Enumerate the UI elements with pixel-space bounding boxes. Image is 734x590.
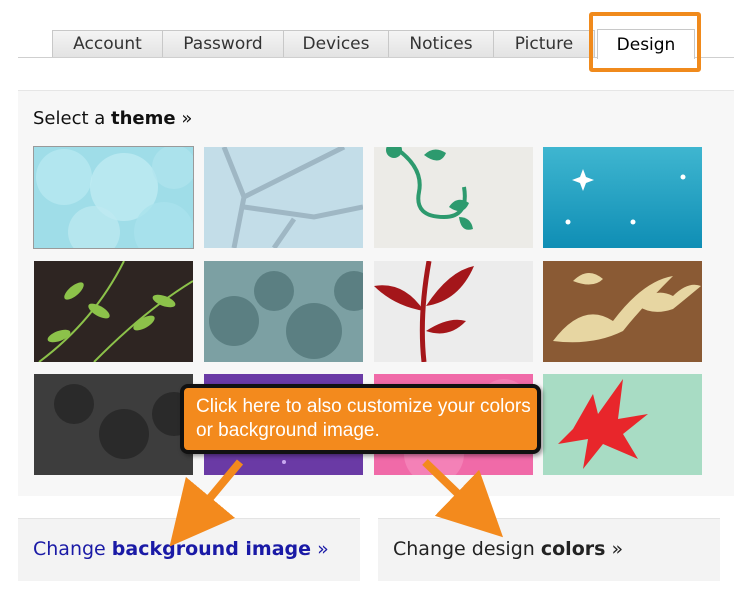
theme-bubbles-blue[interactable] bbox=[33, 146, 194, 249]
design-tab-highlight bbox=[589, 12, 701, 72]
change-background-image-link[interactable]: Change background image » bbox=[33, 538, 329, 560]
theme-red-plant[interactable] bbox=[374, 261, 533, 362]
tab-password[interactable]: Password bbox=[162, 30, 284, 57]
theme-green-vine[interactable] bbox=[374, 147, 533, 248]
tab-account[interactable]: Account bbox=[52, 30, 163, 57]
tab-notices[interactable]: Notices bbox=[388, 30, 494, 57]
theme-foliage-gray[interactable] bbox=[204, 261, 363, 362]
change-design-colors-link[interactable]: Change design colors » bbox=[393, 538, 623, 560]
theme-trees-charcoal[interactable] bbox=[34, 374, 193, 475]
theme-birds-brown[interactable] bbox=[543, 261, 702, 362]
panel-title: Select a theme » bbox=[33, 108, 193, 129]
theme-leaves-dark[interactable] bbox=[34, 261, 193, 362]
tab-devices[interactable]: Devices bbox=[283, 30, 389, 57]
tab-picture[interactable]: Picture bbox=[493, 30, 595, 57]
theme-sparkle-teal[interactable] bbox=[543, 147, 702, 248]
theme-red-leaf-mint[interactable] bbox=[543, 374, 702, 475]
help-callout: Click here to also customize your colors… bbox=[180, 384, 541, 454]
theme-bare-tree[interactable] bbox=[204, 147, 363, 248]
